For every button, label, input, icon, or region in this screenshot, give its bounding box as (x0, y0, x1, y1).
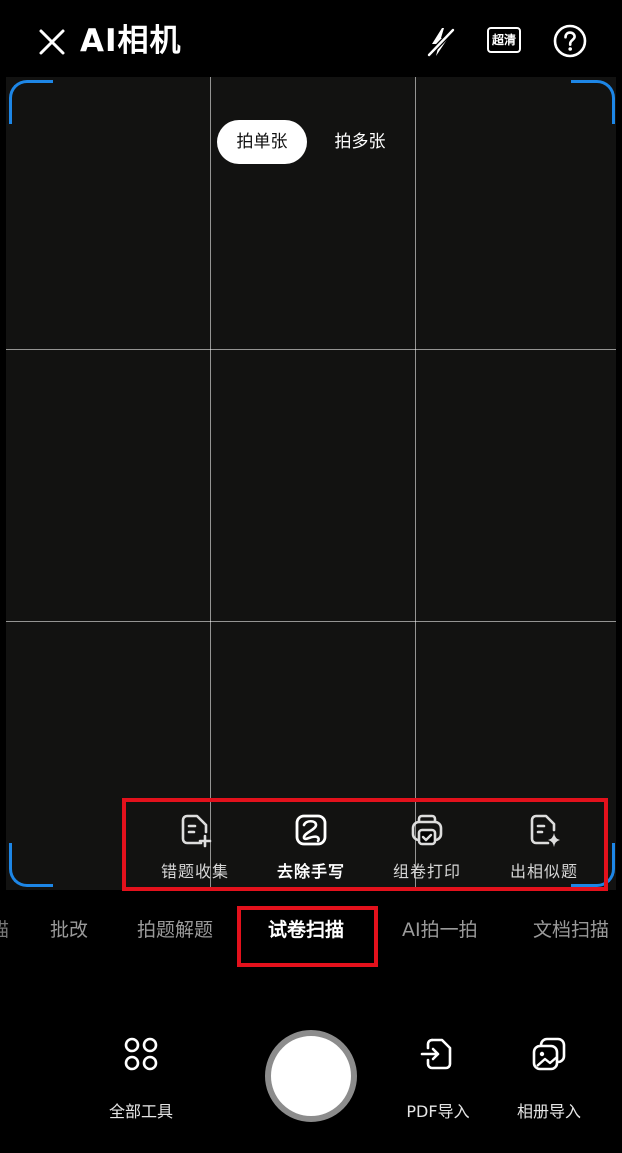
flash-button[interactable] (422, 22, 458, 62)
mode-tab-ai-shot[interactable]: AI拍一拍 (402, 910, 478, 950)
tool-label: 去除手写 (276, 862, 345, 881)
hd-quality-button[interactable]: 超清 (487, 27, 521, 53)
help-icon (553, 24, 587, 58)
grid-line (210, 77, 211, 890)
flash-off-icon (426, 27, 456, 58)
tool-label: 组卷打印 (392, 862, 461, 881)
grid-line (6, 621, 616, 622)
album-import-label: 相册导入 (516, 1102, 581, 1121)
tool-remove-handwriting[interactable]: 去除手写 (252, 808, 370, 886)
page-title: AI相机 (80, 23, 182, 59)
help-button[interactable] (553, 24, 587, 58)
doc-sparkle-icon (530, 814, 560, 847)
pdf-import-icon (420, 1038, 452, 1070)
shot-multi-toggle[interactable]: 拍多张 (315, 120, 405, 164)
all-tools-label: 全部工具 (108, 1102, 173, 1121)
doc-plus-icon (181, 814, 212, 848)
grid-apps-icon (124, 1037, 158, 1071)
tool-mistake-collection[interactable]: 错题收集 (136, 808, 254, 886)
scan-frame-corner (9, 80, 53, 124)
close-button[interactable] (34, 24, 70, 60)
grid-line (415, 77, 416, 890)
mode-highlight-box (237, 906, 378, 967)
album-import-icon (532, 1037, 566, 1071)
mode-tab-review[interactable]: 批改 (50, 910, 88, 950)
pdf-import-label: PDF导入 (406, 1102, 470, 1121)
erase-handwriting-icon (295, 814, 327, 846)
grid-line (6, 349, 616, 350)
tool-label: 出相似题 (509, 862, 578, 881)
pdf-import-button[interactable]: PDF导入 (378, 1034, 498, 1122)
mode-tab-doc-scan[interactable]: 文档扫描 (533, 910, 609, 950)
scan-frame-corner (571, 80, 615, 124)
scan-frame-corner (9, 843, 53, 887)
all-tools-button[interactable]: 全部工具 (81, 1034, 201, 1122)
tool-label: 错题收集 (160, 862, 229, 881)
print-icon (411, 814, 443, 846)
tool-similar-questions[interactable]: 出相似题 (485, 808, 603, 886)
album-import-button[interactable]: 相册导入 (489, 1034, 609, 1122)
tool-compose-print[interactable]: 组卷打印 (368, 808, 486, 886)
camera-viewfinder[interactable] (6, 77, 616, 890)
mode-tab-photo-solve[interactable]: 拍题解题 (137, 910, 213, 950)
mode-tab-partial[interactable]: 描 (0, 910, 9, 950)
shot-single-toggle[interactable]: 拍单张 (217, 120, 307, 164)
shutter-button[interactable] (265, 1030, 357, 1122)
close-icon (39, 29, 65, 55)
